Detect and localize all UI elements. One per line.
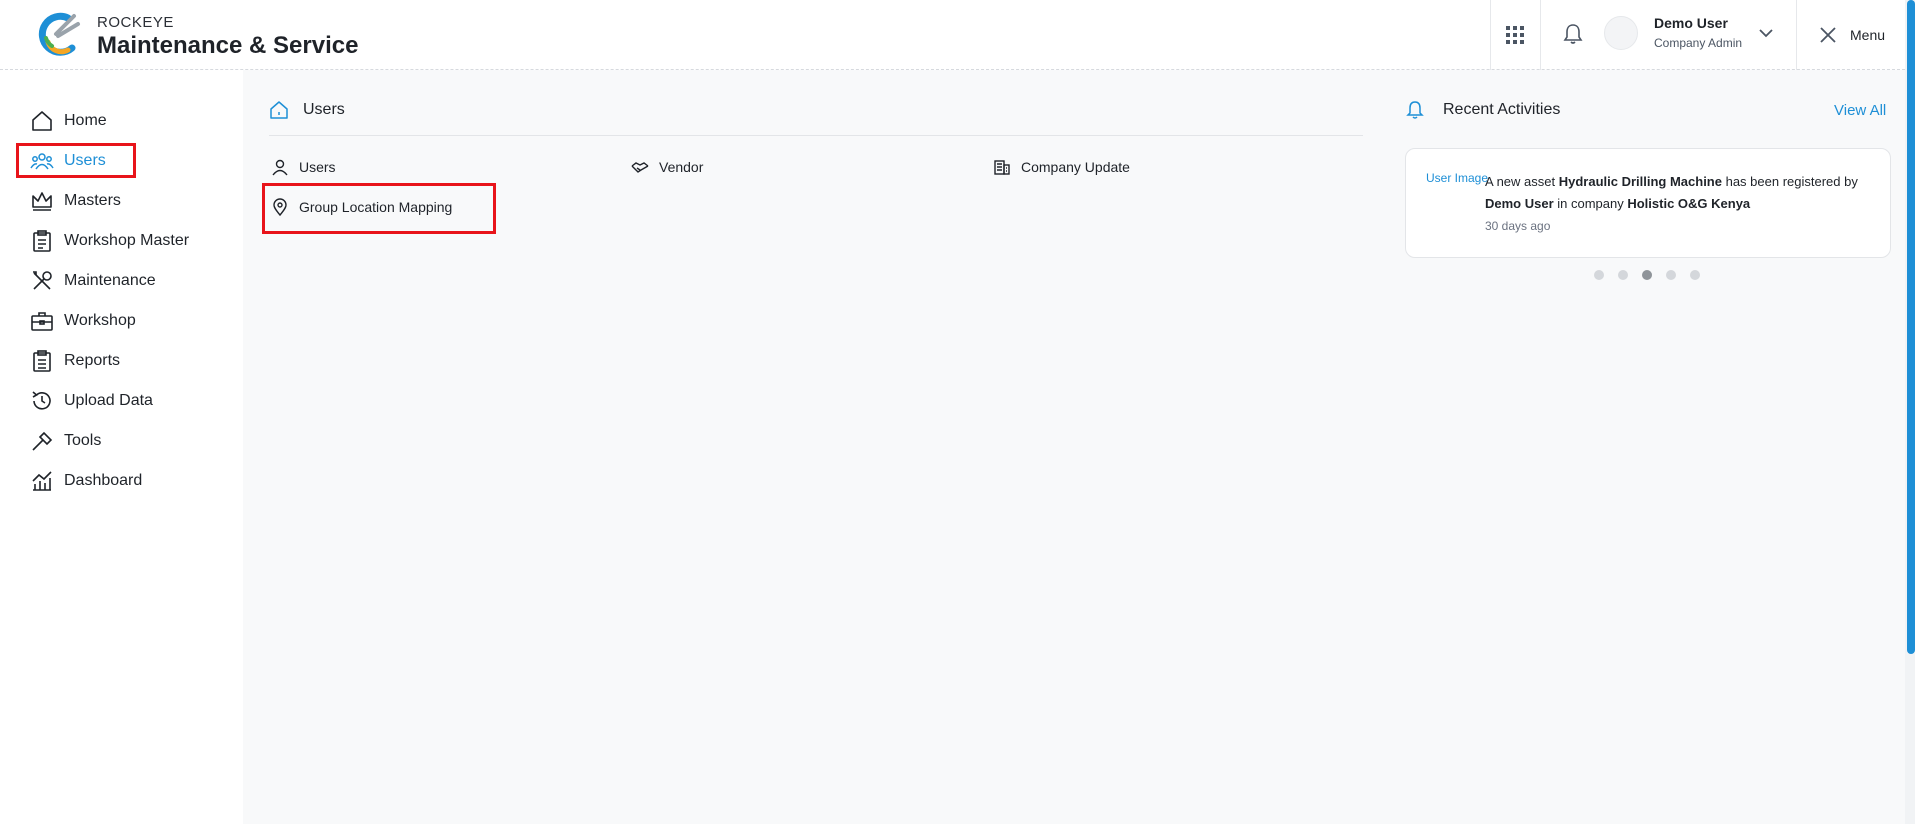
link-company-update[interactable]: Company Update bbox=[993, 158, 1130, 176]
user-image-placeholder: User Image bbox=[1426, 171, 1489, 185]
highlight-box-group-location-mapping bbox=[262, 183, 496, 234]
sidebar-item-reports[interactable]: Reports bbox=[30, 345, 120, 377]
header-divider bbox=[1490, 0, 1491, 70]
carousel-dot[interactable] bbox=[1666, 270, 1676, 280]
sidebar-item-label: Tools bbox=[64, 432, 102, 449]
top-header: ROCKEYE Maintenance & Service Demo User … bbox=[0, 0, 1905, 70]
activity-text: A new asset Hydraulic Drilling Machine h… bbox=[1485, 174, 1858, 211]
link-users[interactable]: Users bbox=[271, 158, 336, 176]
app-title: Maintenance & Service bbox=[97, 32, 359, 59]
history-icon bbox=[32, 391, 51, 410]
sidebar-item-label: Workshop bbox=[64, 312, 136, 329]
briefcase-icon bbox=[31, 312, 53, 331]
carousel-dot-active[interactable] bbox=[1642, 270, 1652, 280]
handshake-icon bbox=[631, 162, 649, 173]
carousel-dot[interactable] bbox=[1618, 270, 1628, 280]
close-icon[interactable] bbox=[1818, 25, 1838, 45]
link-label: Company Update bbox=[1021, 159, 1130, 175]
link-label: Users bbox=[299, 159, 336, 175]
breadcrumb: Users bbox=[269, 100, 345, 120]
activity-timestamp: 30 days ago bbox=[1485, 219, 1551, 233]
sidebar-item-maintenance[interactable]: Maintenance bbox=[30, 265, 156, 297]
clipboard-icon bbox=[33, 230, 51, 252]
report-icon bbox=[33, 350, 51, 372]
sidebar-item-masters[interactable]: Masters bbox=[30, 185, 121, 217]
company-name: Holistic O&G Kenya bbox=[1627, 196, 1751, 211]
recent-activities-header: Recent Activities bbox=[1405, 100, 1560, 120]
carousel-dot[interactable] bbox=[1690, 270, 1700, 280]
sidebar-item-workshop[interactable]: Workshop bbox=[30, 305, 136, 337]
sidebar-item-label: Workshop Master bbox=[64, 232, 190, 249]
sidebar-item-label: Dashboard bbox=[64, 472, 143, 489]
user-role: Company Admin bbox=[1654, 36, 1743, 50]
header-divider bbox=[1540, 0, 1541, 70]
main-content: Users Users Vendor Company Update Group … bbox=[243, 70, 1905, 824]
sidebar-item-home[interactable]: Home bbox=[30, 105, 107, 137]
sidebar-item-label: Upload Data bbox=[64, 392, 153, 409]
hammer-icon bbox=[32, 431, 53, 451]
sidebar-item-tools[interactable]: Tools bbox=[30, 425, 101, 457]
highlight-box-users bbox=[16, 143, 136, 178]
menu-button[interactable]: Menu bbox=[1850, 27, 1885, 43]
user-name[interactable]: Demo User bbox=[1654, 15, 1728, 31]
notification-bell-icon[interactable] bbox=[1563, 23, 1583, 45]
sidebar-item-workshop-master[interactable]: Workshop Master bbox=[30, 225, 189, 257]
apps-grid-icon[interactable] bbox=[1505, 25, 1525, 45]
sidebar: Home Users Masters Workshop Master Maint… bbox=[0, 70, 243, 824]
sidebar-item-dashboard[interactable]: Dashboard bbox=[30, 465, 142, 497]
view-all-link[interactable]: View All bbox=[1834, 102, 1886, 119]
scrollbar-thumb[interactable] bbox=[1907, 0, 1915, 654]
divider bbox=[269, 135, 1363, 136]
carousel-dot[interactable] bbox=[1594, 270, 1604, 280]
carousel-dots bbox=[1594, 270, 1700, 280]
activity-card[interactable]: User Image A new asset Hydraulic Drillin… bbox=[1405, 148, 1891, 258]
crown-icon bbox=[32, 192, 52, 211]
header-divider bbox=[1796, 0, 1797, 70]
sidebar-item-label: Reports bbox=[64, 352, 121, 369]
tools-icon bbox=[33, 271, 52, 290]
sidebar-item-label: Maintenance bbox=[64, 272, 156, 289]
asset-name: Hydraulic Drilling Machine bbox=[1558, 174, 1722, 189]
rockeye-logo-icon[interactable] bbox=[38, 12, 82, 56]
home-icon bbox=[32, 111, 52, 131]
building-icon bbox=[994, 160, 1010, 175]
sidebar-item-upload-data[interactable]: Upload Data bbox=[30, 385, 153, 417]
link-label: Vendor bbox=[659, 159, 704, 175]
link-vendor[interactable]: Vendor bbox=[631, 158, 703, 176]
recent-activities-title: Recent Activities bbox=[1443, 101, 1561, 118]
activity-user: Demo User bbox=[1485, 196, 1554, 211]
page-title: Users bbox=[303, 101, 345, 118]
bell-icon bbox=[1406, 101, 1424, 119]
chevron-down-icon[interactable] bbox=[1757, 24, 1775, 42]
home-icon bbox=[270, 101, 288, 119]
sidebar-item-label: Masters bbox=[64, 192, 121, 209]
user-icon bbox=[272, 159, 288, 176]
brand-name-small: ROCKEYE bbox=[97, 14, 174, 31]
avatar[interactable] bbox=[1604, 16, 1638, 50]
sidebar-item-label: Home bbox=[64, 112, 107, 129]
chart-icon bbox=[32, 471, 52, 491]
